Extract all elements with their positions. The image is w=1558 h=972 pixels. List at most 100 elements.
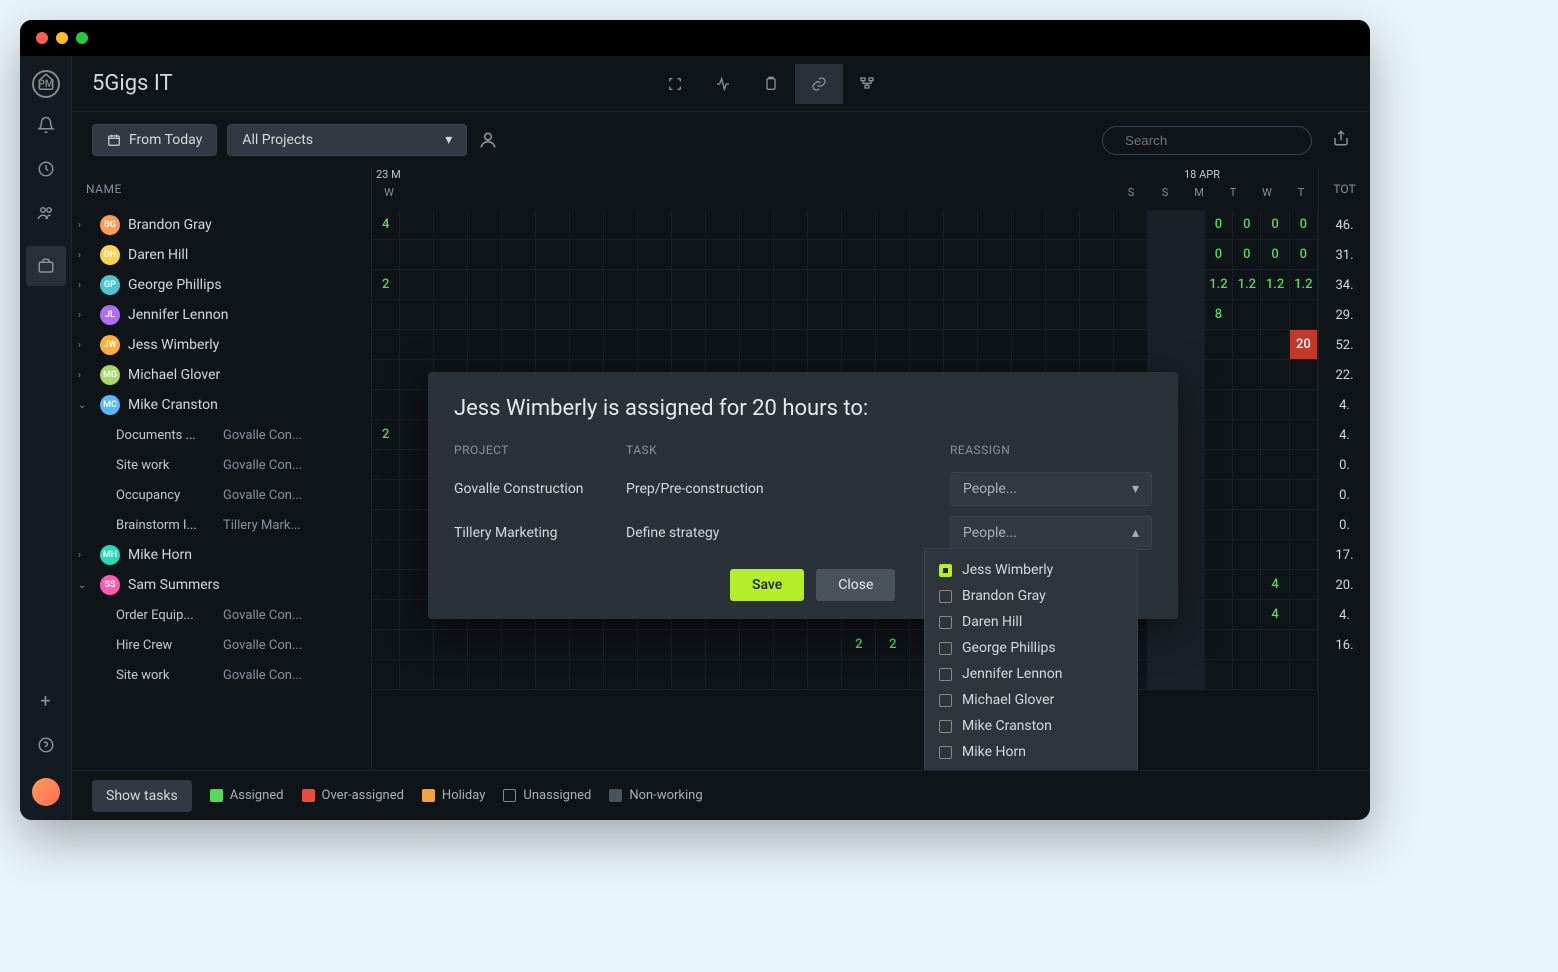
checkbox[interactable]: [939, 668, 952, 681]
maximize-window-icon[interactable]: [76, 32, 88, 44]
sidebar: +: [20, 56, 72, 820]
person-row[interactable]: ⌄ MC Mike Cranston: [72, 390, 371, 420]
task-row[interactable]: Documents ...Govalle Con...: [72, 420, 371, 450]
chevron-right-icon[interactable]: ›: [78, 220, 92, 231]
dropdown-item[interactable]: Sam Summers: [925, 765, 1137, 770]
task-row[interactable]: OccupancyGovalle Con...: [72, 480, 371, 510]
cell: [1290, 480, 1318, 510]
cell: [372, 630, 400, 660]
chevron-down-icon[interactable]: ⌄: [78, 400, 92, 411]
cell: [1261, 330, 1289, 360]
close-window-icon[interactable]: [36, 32, 48, 44]
checkbox[interactable]: [939, 616, 952, 629]
chevron-right-icon[interactable]: ›: [78, 310, 92, 321]
legend-item: Assigned: [210, 788, 284, 803]
chevron-right-icon[interactable]: ›: [78, 370, 92, 381]
from-today-button[interactable]: From Today: [92, 124, 217, 156]
checkbox[interactable]: [939, 564, 952, 577]
clock-icon[interactable]: [35, 158, 57, 180]
modal-row-project: Govalle Construction: [454, 481, 626, 497]
chevron-right-icon[interactable]: ›: [78, 550, 92, 561]
cell: [400, 300, 434, 330]
task-row[interactable]: Site workGovalle Con...: [72, 660, 371, 690]
share-icon[interactable]: [1332, 129, 1350, 152]
cell: [372, 300, 400, 330]
day-header: T: [1284, 186, 1318, 199]
task-row[interactable]: Site workGovalle Con...: [72, 450, 371, 480]
reassign-select[interactable]: People... ▾: [950, 472, 1152, 506]
person-name: Sam Summers: [128, 577, 220, 593]
activity-icon[interactable]: [699, 64, 747, 104]
clipboard-icon[interactable]: [747, 64, 795, 104]
cell: [1205, 330, 1233, 360]
dropdown-item[interactable]: Daren Hill: [925, 609, 1137, 635]
cell: [740, 270, 774, 300]
cell: [400, 210, 434, 240]
checkbox[interactable]: [939, 720, 952, 733]
show-tasks-button[interactable]: Show tasks: [92, 780, 192, 812]
day-header: S: [1114, 186, 1148, 199]
help-icon[interactable]: [35, 734, 57, 756]
cell: [808, 330, 842, 360]
person-row[interactable]: › MH Mike Horn: [72, 540, 371, 570]
dropdown-item[interactable]: Mike Horn: [925, 739, 1137, 765]
save-button[interactable]: Save: [730, 569, 804, 601]
person-row[interactable]: › JW Jess Wimberly: [72, 330, 371, 360]
legend-item: Unassigned: [503, 788, 591, 803]
calendar-row: 8: [372, 300, 1318, 330]
dropdown-item[interactable]: Brandon Gray: [925, 583, 1137, 609]
scan-icon[interactable]: [651, 64, 699, 104]
cell: [1148, 630, 1176, 660]
person-row[interactable]: › GP George Phillips: [72, 270, 371, 300]
user-avatar[interactable]: [32, 778, 60, 806]
checkbox[interactable]: [939, 694, 952, 707]
dropdown-item[interactable]: Michael Glover: [925, 687, 1137, 713]
person-row[interactable]: ⌄ SS Sam Summers: [72, 570, 371, 600]
cell: [400, 630, 434, 660]
link-icon[interactable]: [795, 64, 843, 104]
briefcase-icon[interactable]: [26, 246, 66, 286]
chevron-right-icon[interactable]: ›: [78, 280, 92, 291]
dropdown-item-label: Mike Cranston: [962, 718, 1052, 734]
close-button[interactable]: Close: [816, 569, 895, 601]
people-icon[interactable]: [35, 202, 57, 224]
bell-icon[interactable]: [35, 114, 57, 136]
checkbox[interactable]: [939, 746, 952, 759]
person-row[interactable]: › JL Jennifer Lennon: [72, 300, 371, 330]
dropdown-item[interactable]: George Phillips: [925, 635, 1137, 661]
dropdown-item[interactable]: Jennifer Lennon: [925, 661, 1137, 687]
search-field[interactable]: [1125, 133, 1302, 148]
person-row[interactable]: › MG Michael Glover: [72, 360, 371, 390]
checkbox[interactable]: [939, 642, 952, 655]
task-row[interactable]: Hire CrewGovalle Con...: [72, 630, 371, 660]
cell: [502, 660, 536, 690]
search-input[interactable]: [1102, 126, 1312, 155]
chevron-right-icon[interactable]: ›: [78, 250, 92, 261]
total-cell: 0.: [1319, 510, 1370, 540]
person-row[interactable]: › DH Daren Hill: [72, 240, 371, 270]
cell: [536, 330, 570, 360]
person-icon[interactable]: [477, 129, 499, 151]
flow-icon[interactable]: [843, 64, 891, 104]
cell: [910, 330, 944, 360]
window-controls: [36, 32, 88, 44]
cell: [672, 660, 706, 690]
checkbox[interactable]: [939, 590, 952, 603]
dropdown-item[interactable]: Mike Cranston: [925, 713, 1137, 739]
person-row[interactable]: › BG Brandon Gray: [72, 210, 371, 240]
minimize-window-icon[interactable]: [56, 32, 68, 44]
chevron-down-icon[interactable]: ⌄: [78, 580, 92, 591]
projects-select[interactable]: All Projects ▾: [227, 124, 467, 156]
cell: [1080, 240, 1114, 270]
cell: [876, 300, 910, 330]
cell: [468, 270, 502, 300]
cell: [740, 210, 774, 240]
plus-icon[interactable]: +: [35, 690, 57, 712]
reassign-select[interactable]: People... ▴: [950, 516, 1152, 550]
legend-swatch: [302, 789, 315, 802]
chevron-right-icon[interactable]: ›: [78, 340, 92, 351]
avatar: MH: [100, 545, 120, 565]
task-row[interactable]: Brainstorm I...Tillery Mark...: [72, 510, 371, 540]
task-row[interactable]: Order Equip...Govalle Con...: [72, 600, 371, 630]
dropdown-item[interactable]: Jess Wimberly: [925, 557, 1137, 583]
